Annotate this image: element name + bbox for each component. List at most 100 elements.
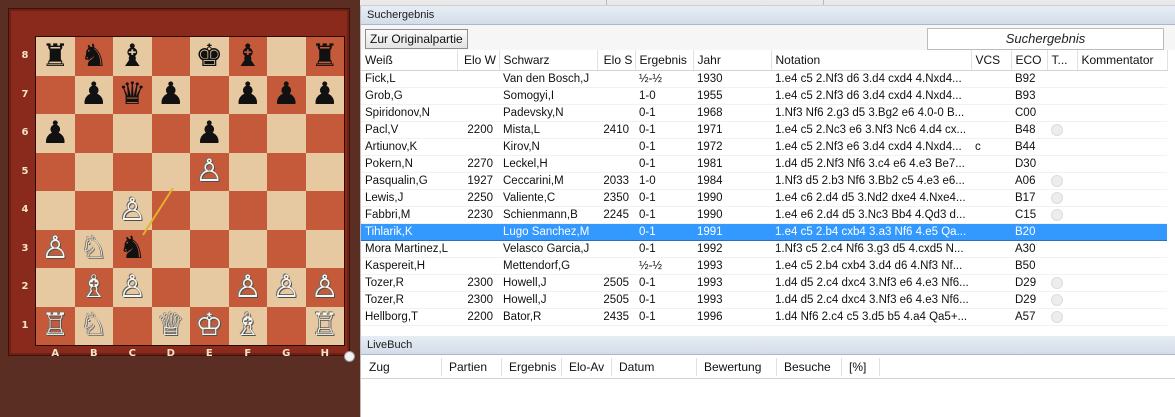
square-f3[interactable] xyxy=(228,229,267,268)
black-knight-piece[interactable]: ♞ xyxy=(118,233,146,264)
black-pawn-piece[interactable]: ♟ xyxy=(234,79,262,110)
table-row[interactable]: Tihlarik,K Lugo Sanchez,M 0-1 1991 1.e4 c5 2… xyxy=(361,223,1167,241)
table-row[interactable]: Artiunov,K Kirov,N 0-1 1972 1.e4 c5 2.Nf3 e6… xyxy=(361,138,1167,156)
square-f6[interactable] xyxy=(228,114,267,153)
square-a7[interactable] xyxy=(36,75,75,114)
livebook-column-header[interactable]: Ergebnis xyxy=(509,360,556,374)
square-c8[interactable]: ♝ xyxy=(113,37,152,76)
chessboard[interactable]: ♜ ♞ ♝ ♚ ♝ ♜ ♟ ♛ ♟ ♟ ♟ ♟ ♟ ♟ ♙ ♙ ♙ ♘ ♞ ♗ ♙ ♙ ♙ ♙ ♖ ♘ ♕ ♔ ♗ ♖ xyxy=(35,36,345,346)
square-e7[interactable] xyxy=(190,75,229,114)
square-b8[interactable]: ♞ xyxy=(74,37,113,76)
square-f7[interactable]: ♟ xyxy=(228,75,267,114)
table-row[interactable]: Pacl,V 2200 Mista,L 2410 0-1 1971 1.e4 c5 2.Nc… xyxy=(361,121,1167,139)
square-f4[interactable] xyxy=(228,191,267,230)
square-a6[interactable]: ♟ xyxy=(36,114,75,153)
square-h6[interactable] xyxy=(305,114,344,153)
white-pawn-piece[interactable]: ♙ xyxy=(118,271,146,303)
column-header[interactable]: Elo S xyxy=(597,50,636,71)
square-c2[interactable]: ♙ xyxy=(113,268,152,307)
livebook-column-header[interactable]: [%] xyxy=(849,360,866,374)
livebook-column-header[interactable]: Datum xyxy=(619,360,654,374)
table-row[interactable]: Tozer,R 2300 Howell,J 2505 0-1 1993 1.d4 d5 2.… xyxy=(361,291,1167,309)
column-header[interactable]: VCS xyxy=(971,50,1012,71)
square-g1[interactable] xyxy=(267,306,306,345)
square-d2[interactable] xyxy=(151,268,190,307)
white-rook-piece[interactable]: ♖ xyxy=(41,310,69,341)
square-c5[interactable] xyxy=(113,152,152,191)
square-h2[interactable]: ♙ xyxy=(305,268,344,307)
square-d6[interactable] xyxy=(151,114,190,153)
square-b7[interactable]: ♟ xyxy=(74,75,113,114)
black-bishop-piece[interactable]: ♝ xyxy=(234,40,262,72)
table-row[interactable]: Spiridonov,N Padevsky,N 0-1 1968 1.Nf3 Nf6 2… xyxy=(361,104,1167,122)
square-d8[interactable] xyxy=(151,37,190,76)
square-h4[interactable] xyxy=(305,191,344,230)
white-queen-piece[interactable]: ♕ xyxy=(157,310,185,341)
black-pawn-piece[interactable]: ♟ xyxy=(195,117,223,149)
column-header[interactable]: Jahr xyxy=(693,50,772,71)
square-g6[interactable] xyxy=(267,114,306,153)
white-bishop-piece[interactable]: ♗ xyxy=(80,271,108,303)
games-table[interactable]: Weiß Elo W Schwarz Elo S Ergebnis Jahr Notatio… xyxy=(361,50,1168,326)
black-knight-piece[interactable]: ♞ xyxy=(80,40,108,72)
black-pawn-piece[interactable]: ♟ xyxy=(80,79,108,110)
square-b5[interactable] xyxy=(74,152,113,191)
column-header[interactable]: Kommentator xyxy=(1077,50,1168,71)
square-g8[interactable] xyxy=(267,37,306,76)
column-header[interactable]: Schwarz xyxy=(499,50,598,71)
table-row[interactable]: Lewis,J 2250 Valiente,C 2350 0-1 1990 1.e4 c6 … xyxy=(361,189,1167,207)
white-pawn-piece[interactable]: ♙ xyxy=(234,271,262,303)
black-pawn-piece[interactable]: ♟ xyxy=(157,79,185,110)
square-e1[interactable]: ♔ xyxy=(190,306,229,345)
square-f8[interactable]: ♝ xyxy=(228,37,267,76)
white-pawn-piece[interactable]: ♙ xyxy=(195,156,223,187)
square-d4[interactable] xyxy=(151,191,190,230)
white-pawn-piece[interactable]: ♙ xyxy=(118,194,146,226)
column-header[interactable]: Ergebnis xyxy=(635,50,694,71)
square-g7[interactable]: ♟ xyxy=(267,75,306,114)
table-row[interactable]: Fick,L Van den Bosch,J ½-½ 1930 1.e4 c5 2.Nf… xyxy=(361,70,1167,88)
square-a1[interactable]: ♖ xyxy=(36,306,75,345)
livebook-column-header[interactable]: Elo-Av xyxy=(569,360,604,374)
table-row[interactable]: Kaspereit,H Mettendorf,G ½-½ 1993 1.e4 c5 2.… xyxy=(361,257,1167,275)
table-row[interactable]: Hellborg,T 2200 Bator,R 2435 0-1 1996 1.d4 Nf6… xyxy=(361,308,1167,326)
white-pawn-piece[interactable]: ♙ xyxy=(272,271,300,303)
square-e8[interactable]: ♚ xyxy=(190,37,229,76)
livebook-column-header[interactable]: Bewertung xyxy=(704,360,761,374)
square-d7[interactable]: ♟ xyxy=(151,75,190,114)
square-d1[interactable]: ♕ xyxy=(151,306,190,345)
square-b4[interactable] xyxy=(74,191,113,230)
black-pawn-piece[interactable]: ♟ xyxy=(272,79,300,110)
square-e5[interactable]: ♙ xyxy=(190,152,229,191)
square-b3[interactable]: ♘ xyxy=(74,229,113,268)
square-e3[interactable] xyxy=(190,229,229,268)
square-f5[interactable] xyxy=(228,152,267,191)
square-h8[interactable]: ♜ xyxy=(305,37,344,76)
black-pawn-piece[interactable]: ♟ xyxy=(41,117,69,149)
square-c6[interactable] xyxy=(113,114,152,153)
original-game-button[interactable]: Zur Originalpartie xyxy=(365,29,468,49)
table-row[interactable]: Grob,G Somogyi,I 1-0 1955 1.e4 c5 2.Nf3 d6 3… xyxy=(361,87,1167,105)
square-h1[interactable]: ♖ xyxy=(305,306,344,345)
livebook-column-header[interactable]: Besuche xyxy=(784,360,831,374)
square-g3[interactable] xyxy=(267,229,306,268)
white-pawn-piece[interactable]: ♙ xyxy=(41,233,69,264)
black-pawn-piece[interactable]: ♟ xyxy=(311,79,339,110)
black-bishop-piece[interactable]: ♝ xyxy=(118,40,146,72)
table-row[interactable]: Fabbri,M 2230 Schienmann,B 2245 0-1 1990 1.e4 … xyxy=(361,206,1167,224)
square-a8[interactable]: ♜ xyxy=(36,37,75,76)
square-g4[interactable] xyxy=(267,191,306,230)
square-f1[interactable]: ♗ xyxy=(228,306,267,345)
livebook-column-header[interactable]: Partien xyxy=(449,360,487,374)
column-header[interactable]: T... xyxy=(1047,50,1078,71)
square-h7[interactable]: ♟ xyxy=(305,75,344,114)
column-header[interactable]: Notation xyxy=(771,50,972,71)
square-e4[interactable] xyxy=(190,191,229,230)
square-a4[interactable] xyxy=(36,191,75,230)
black-queen-piece[interactable]: ♛ xyxy=(118,79,146,110)
white-knight-piece[interactable]: ♘ xyxy=(80,233,108,264)
square-a2[interactable] xyxy=(36,268,75,307)
white-rook-piece[interactable]: ♖ xyxy=(311,310,339,341)
square-b2[interactable]: ♗ xyxy=(74,268,113,307)
column-header[interactable]: ECO xyxy=(1011,50,1048,71)
